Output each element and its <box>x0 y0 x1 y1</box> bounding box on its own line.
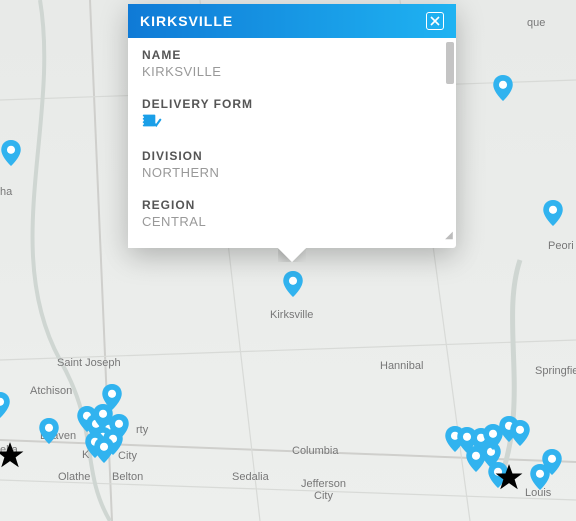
scroll-thumb[interactable] <box>446 42 454 84</box>
map-pin[interactable] <box>510 420 530 446</box>
map-pin[interactable] <box>493 75 513 101</box>
map-pin[interactable] <box>39 418 59 444</box>
scroll-resize-icon: ◢ <box>444 230 454 240</box>
map-pin[interactable] <box>543 200 563 226</box>
popup-header: KIRKSVILLE <box>128 4 456 38</box>
field-label-division: DIVISION <box>142 149 442 163</box>
ticket-check-icon[interactable] <box>142 113 162 131</box>
map-pin[interactable] <box>488 462 508 488</box>
field-label-region: REGION <box>142 198 442 212</box>
map-canvas[interactable]: KirksvillequeSaint JosephAtchisonLeavenr… <box>0 0 576 521</box>
field-value-region: CENTRAL <box>142 214 442 229</box>
map-pin[interactable] <box>0 392 10 418</box>
location-popup: KIRKSVILLE NAME KIRKSVILLE DELIVERY FORM <box>128 4 456 248</box>
popup-title: KIRKSVILLE <box>140 13 233 29</box>
map-pin[interactable] <box>283 271 303 297</box>
field-label-delivery: DELIVERY FORM <box>142 97 442 111</box>
field-value-division: NORTHERN <box>142 165 442 180</box>
popup-body: NAME KIRKSVILLE DELIVERY FORM DIVISION N… <box>128 38 456 248</box>
map-pin[interactable] <box>1 140 21 166</box>
field-value-name: KIRKSVILLE <box>142 64 442 79</box>
close-button[interactable] <box>426 12 444 30</box>
field-label-name: NAME <box>142 48 442 62</box>
popup-scrollbar[interactable]: ◢ <box>444 42 454 240</box>
map-pin[interactable] <box>94 437 114 463</box>
map-pin[interactable] <box>542 449 562 475</box>
